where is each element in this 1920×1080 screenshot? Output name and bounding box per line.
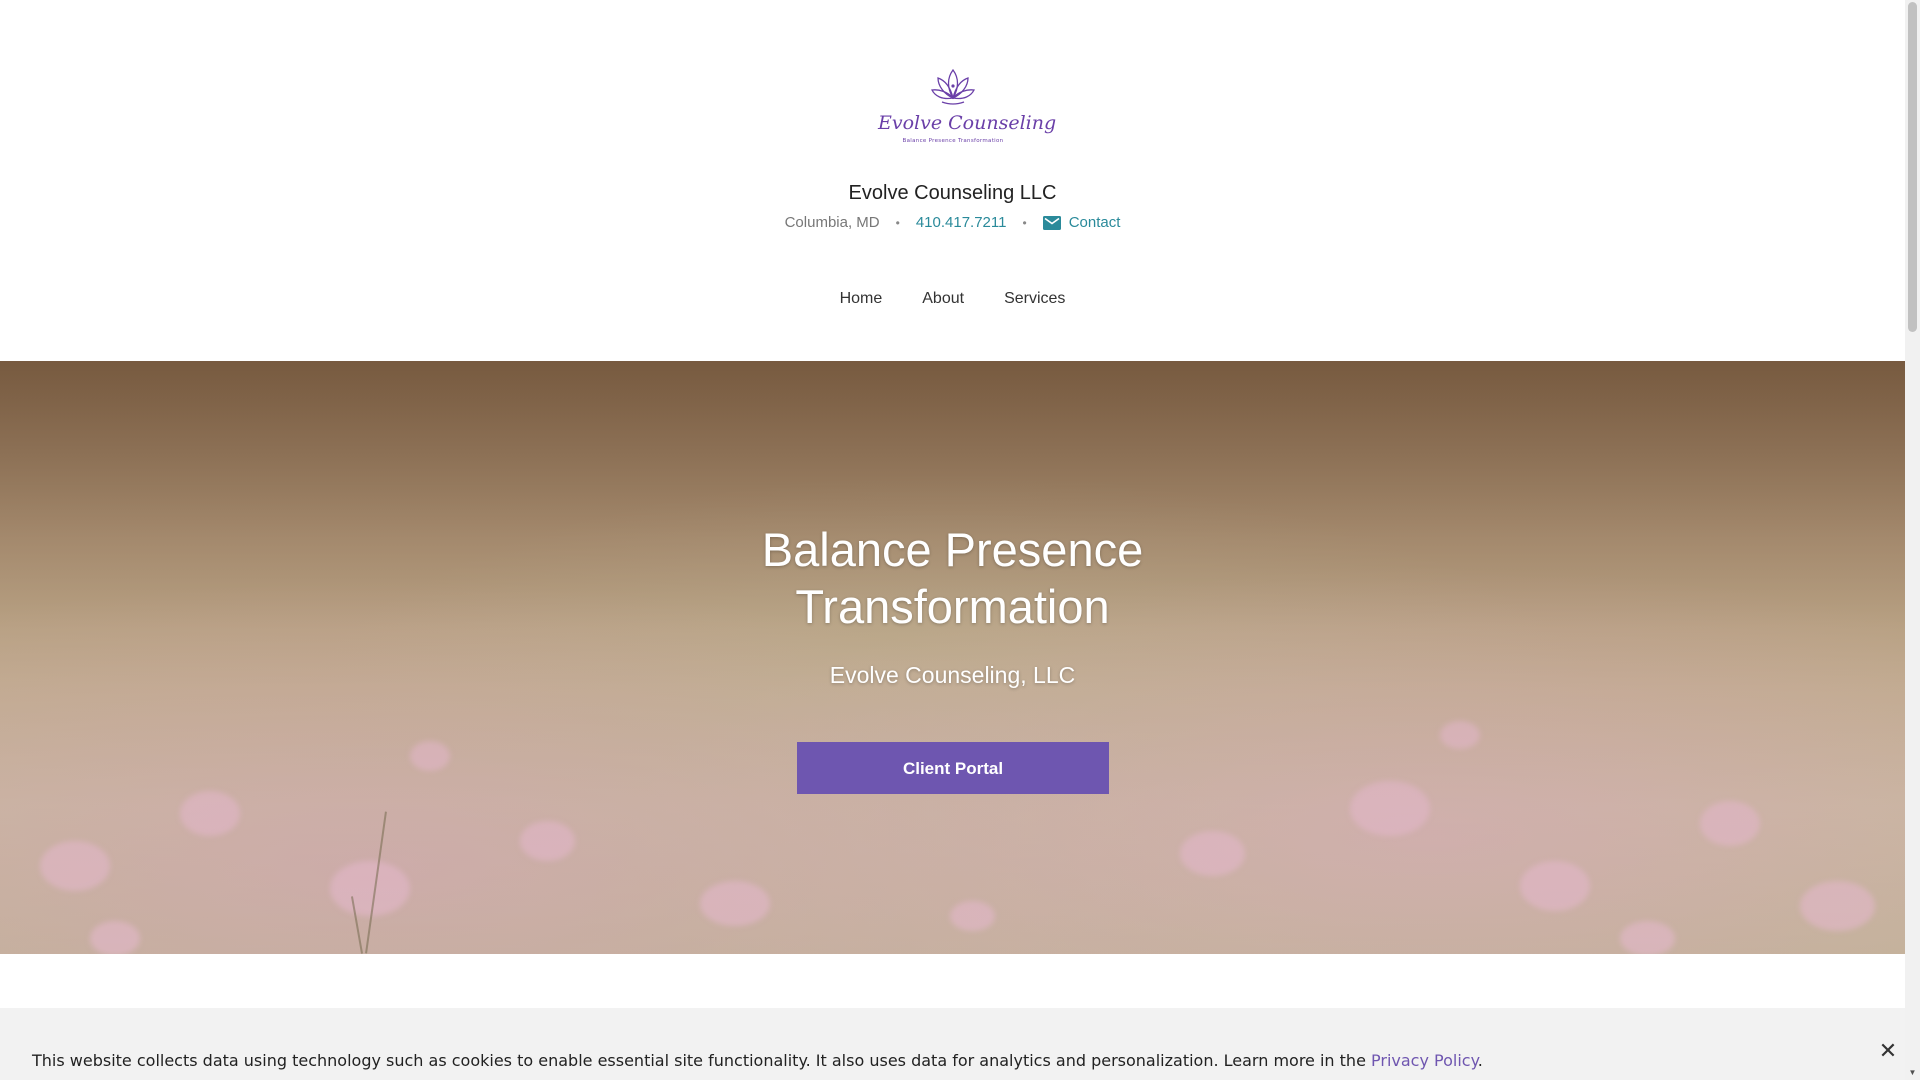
contact-link[interactable]: Contact bbox=[1042, 214, 1121, 231]
nav-item-about[interactable]: About bbox=[922, 290, 964, 308]
nav-item-home[interactable]: Home bbox=[840, 290, 883, 308]
close-icon[interactable]: ✕ bbox=[1878, 1040, 1898, 1062]
contact-row: Columbia, MD • 410.417.7211 • Contact bbox=[0, 214, 1905, 231]
client-portal-button[interactable]: Client Portal bbox=[797, 742, 1109, 794]
hero-title: Balance Presence Transformation bbox=[0, 521, 1905, 635]
business-name: Evolve Counseling LLC bbox=[848, 182, 1057, 204]
mail-icon bbox=[1042, 215, 1061, 230]
separator-dot: • bbox=[1022, 215, 1027, 230]
hero-subtitle: Evolve Counseling, LLC bbox=[829, 662, 1076, 688]
contact-label: Contact bbox=[1068, 214, 1121, 231]
site-header: Evolve Counseling Balance Presence Trans… bbox=[0, 0, 1905, 361]
scroll-down-arrow-icon[interactable]: ▼ bbox=[1908, 1068, 1917, 1078]
page-scrollbar[interactable]: ▼ bbox=[1905, 0, 1920, 1080]
page: Evolve Counseling Balance Presence Trans… bbox=[0, 0, 1920, 1080]
logo-tagline: Balance Presence Transformation bbox=[902, 138, 1004, 144]
location-text: Columbia, MD bbox=[784, 214, 880, 231]
cookie-message-suffix: . bbox=[1477, 1051, 1483, 1070]
cookie-message-text: This website collects data using technol… bbox=[32, 1051, 1371, 1070]
logo-wordmark: Evolve Counseling bbox=[878, 112, 1057, 134]
hero-banner: Balance Presence Transformation Evolve C… bbox=[0, 361, 1905, 954]
separator-dot: • bbox=[895, 215, 900, 230]
scrollbar-thumb[interactable] bbox=[1908, 2, 1917, 332]
nav-item-services[interactable]: Services bbox=[1004, 290, 1065, 308]
hero-title-line-1: Balance Presence bbox=[761, 523, 1144, 576]
main-nav: Home About Services bbox=[0, 290, 1905, 308]
phone-link[interactable]: 410.417.7211 bbox=[916, 214, 1007, 231]
cookie-banner: This website collects data using technol… bbox=[0, 1008, 1905, 1080]
privacy-policy-link[interactable]: Privacy Policy bbox=[1371, 1051, 1478, 1070]
hero-title-line-2: Transformation bbox=[795, 580, 1110, 633]
site-logo[interactable]: Evolve Counseling Balance Presence Trans… bbox=[878, 66, 1057, 150]
cookie-message: This website collects data using technol… bbox=[32, 1051, 1483, 1070]
